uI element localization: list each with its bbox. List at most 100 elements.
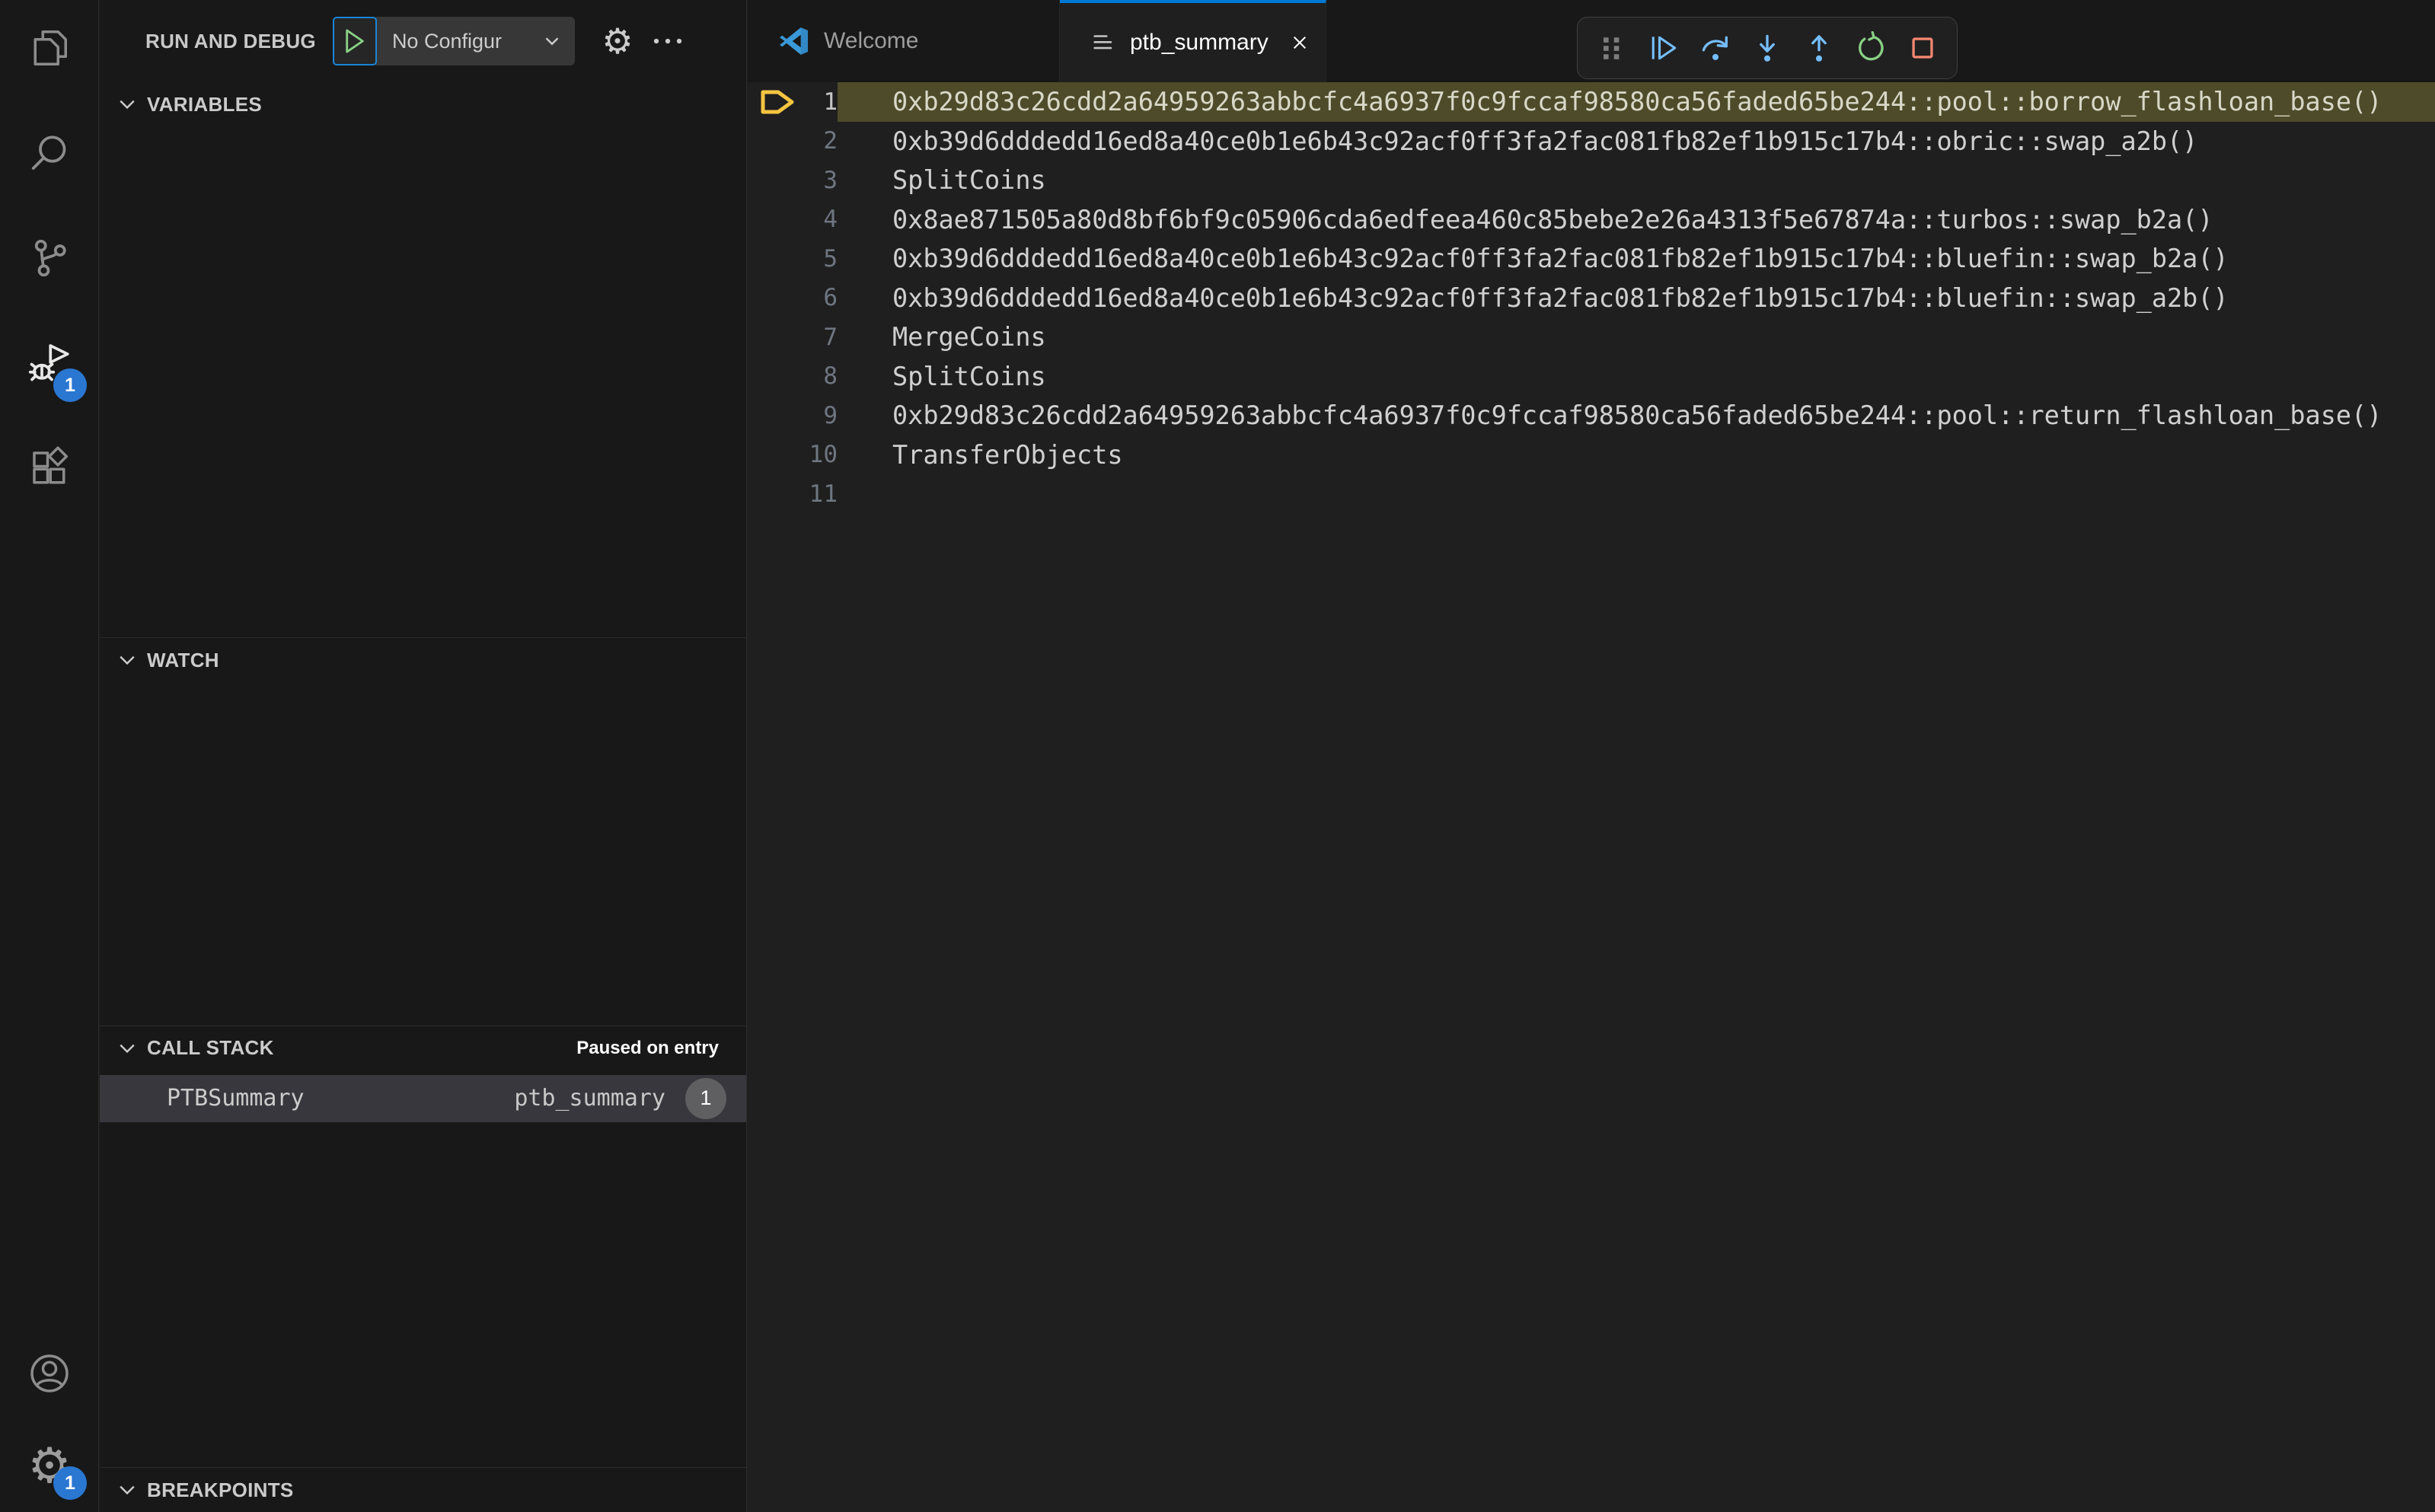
call-stack-body: PTBSummary ptb_summary 1: [100, 1070, 746, 1467]
stack-frame-file: ptb_summary: [514, 1085, 665, 1112]
tab-ptb-summary[interactable]: ptb_summary: [1060, 0, 1326, 82]
step-out-button[interactable]: [1797, 26, 1841, 70]
continue-button[interactable]: [1642, 26, 1686, 70]
play-icon: [346, 29, 364, 53]
breakpoint-gutter[interactable]: [748, 474, 803, 514]
call-stack-section: CALL STACK Paused on entry PTBSummary pt…: [100, 1025, 746, 1467]
close-tab-button[interactable]: [1290, 29, 1310, 56]
sidebar-item-extensions[interactable]: [0, 420, 99, 519]
breakpoints-section-label: BREAKPOINTS: [147, 1478, 294, 1501]
settings-button[interactable]: ⚙ 1: [0, 1421, 99, 1512]
line-number: 10: [809, 441, 838, 469]
watch-section: WATCH: [100, 637, 746, 1025]
stack-frame-name: PTBSummary: [167, 1085, 305, 1112]
sidebar-toolbar: RUN AND DEBUG No Configur ⚙: [100, 0, 746, 82]
breakpoint-gutter[interactable]: [748, 279, 803, 318]
line-number: 1: [823, 88, 838, 116]
current-stackframe-arrow-icon: [761, 90, 794, 114]
search-icon: [27, 130, 72, 180]
code-line[interactable]: 10 TransferObjects: [748, 435, 2435, 475]
tab-welcome[interactable]: Welcome: [748, 0, 1060, 82]
breakpoint-gutter[interactable]: [748, 161, 803, 200]
code-text: 0xb39d6dddedd16ed8a40ce0b1e6b43c92acf0ff…: [892, 244, 2229, 274]
variables-section: VARIABLES: [100, 82, 746, 637]
line-number: 7: [823, 323, 838, 351]
breakpoint-gutter[interactable]: [748, 122, 803, 161]
step-over-button[interactable]: [1693, 26, 1738, 70]
more-actions-button[interactable]: [646, 20, 689, 62]
breakpoint-gutter[interactable]: [748, 317, 803, 357]
call-stack-section-label: CALL STACK: [147, 1036, 274, 1060]
start-debug-button[interactable]: [332, 17, 377, 65]
vscode-logo-icon: [780, 27, 809, 55]
line-number: 11: [809, 480, 838, 508]
code-text: TransferObjects: [892, 439, 1123, 470]
code-line[interactable]: 9 0xb29d83c26cdd2a64959263abbcfc4a6937f0c…: [748, 396, 2435, 435]
activity-bar: 1 ⚙ 1: [0, 0, 99, 1512]
code-line[interactable]: 3 SplitCoins: [748, 161, 2435, 200]
restart-icon: [1859, 31, 1884, 61]
chevron-down-icon: [116, 94, 138, 115]
chevron-down-icon: [545, 37, 559, 46]
sidebar-item-run-and-debug[interactable]: 1: [0, 315, 99, 414]
variables-section-label: VARIABLES: [147, 92, 263, 116]
line-number: 3: [823, 166, 838, 194]
variables-body: [100, 126, 746, 637]
code-text: 0x8ae871505a80d8bf6bf9c05906cda6edfeea46…: [892, 204, 2213, 234]
gear-icon: ⚙: [602, 21, 633, 62]
settings-badge: 1: [53, 1466, 87, 1500]
breakpoint-gutter[interactable]: [748, 200, 803, 240]
ellipsis-icon: [653, 38, 682, 44]
breakpoint-gutter[interactable]: [748, 82, 803, 122]
line-number: 8: [823, 362, 838, 391]
code-lines[interactable]: 1 0xb29d83c26cdd2a64959263abbcfc4a6937f0c…: [748, 82, 2435, 514]
code-line[interactable]: 4 0x8ae871505a80d8bf6bf9c05906cda6edfeea4…: [748, 200, 2435, 240]
watch-section-header[interactable]: WATCH: [100, 638, 746, 682]
code-line[interactable]: 7 MergeCoins: [748, 317, 2435, 357]
breakpoint-gutter[interactable]: [748, 435, 803, 475]
watch-body: [100, 682, 746, 1025]
breakpoint-gutter[interactable]: [748, 357, 803, 397]
editor-group: Welcome ptb_summary 1 0xb29d83c26cdd2a64…: [748, 0, 2435, 1512]
code-line[interactable]: 6 0xb39d6dddedd16ed8a40ce0b1e6b43c92acf0f…: [748, 279, 2435, 318]
restart-button[interactable]: [1849, 26, 1893, 70]
debug-config-dropdown[interactable]: No Configur: [375, 17, 575, 65]
sidebar-title: RUN AND DEBUG: [145, 29, 316, 53]
breakpoints-section-header[interactable]: BREAKPOINTS: [100, 1468, 746, 1512]
code-line[interactable]: 2 0xb39d6dddedd16ed8a40ce0b1e6b43c92acf0f…: [748, 122, 2435, 161]
sidebar-item-source-control[interactable]: [0, 210, 99, 309]
step-into-button[interactable]: [1745, 26, 1789, 70]
step-out-icon: [1811, 35, 1827, 62]
call-stack-section-header[interactable]: CALL STACK Paused on entry: [100, 1026, 746, 1070]
debug-settings-button[interactable]: ⚙: [596, 20, 639, 62]
line-number: 4: [823, 206, 838, 234]
drag-handle-icon[interactable]: [1590, 26, 1634, 70]
accounts-button[interactable]: [0, 1329, 99, 1421]
sidebar-item-explorer[interactable]: [0, 0, 99, 99]
code-line[interactable]: 11: [748, 474, 2435, 514]
code-text: 0xb39d6dddedd16ed8a40ce0b1e6b43c92acf0ff…: [892, 126, 2198, 156]
code-line[interactable]: 1 0xb29d83c26cdd2a64959263abbcfc4a6937f0c…: [748, 82, 2435, 122]
line-number: 2: [823, 127, 838, 155]
debug-toolbar: [1577, 17, 1958, 79]
run-config-group: No Configur: [332, 17, 575, 65]
line-number: 6: [823, 284, 838, 312]
stop-icon: [1912, 37, 1933, 59]
code-line[interactable]: 5 0xb39d6dddedd16ed8a40ce0b1e6b43c92acf0f…: [748, 239, 2435, 279]
sidebar-item-search[interactable]: [0, 105, 99, 204]
code-line[interactable]: 8 SplitCoins: [748, 357, 2435, 397]
tab-label: Welcome: [824, 28, 919, 53]
line-number: 5: [823, 244, 838, 273]
breakpoint-gutter[interactable]: [748, 396, 803, 435]
pause-reason-status: Paused on entry: [576, 1037, 719, 1058]
list-icon: [1093, 35, 1112, 49]
chevron-down-icon: [116, 649, 138, 671]
stop-button[interactable]: [1900, 26, 1945, 70]
stack-frame-row[interactable]: PTBSummary ptb_summary 1: [100, 1074, 746, 1122]
breakpoint-gutter[interactable]: [748, 239, 803, 279]
source-control-icon: [27, 235, 72, 285]
variables-section-header[interactable]: VARIABLES: [100, 82, 746, 126]
tab-label: ptb_summary: [1130, 30, 1269, 55]
code-text: SplitCoins: [892, 361, 1046, 391]
run-and-debug-sidebar: RUN AND DEBUG No Configur ⚙ VARIABLES WA…: [100, 0, 747, 1512]
